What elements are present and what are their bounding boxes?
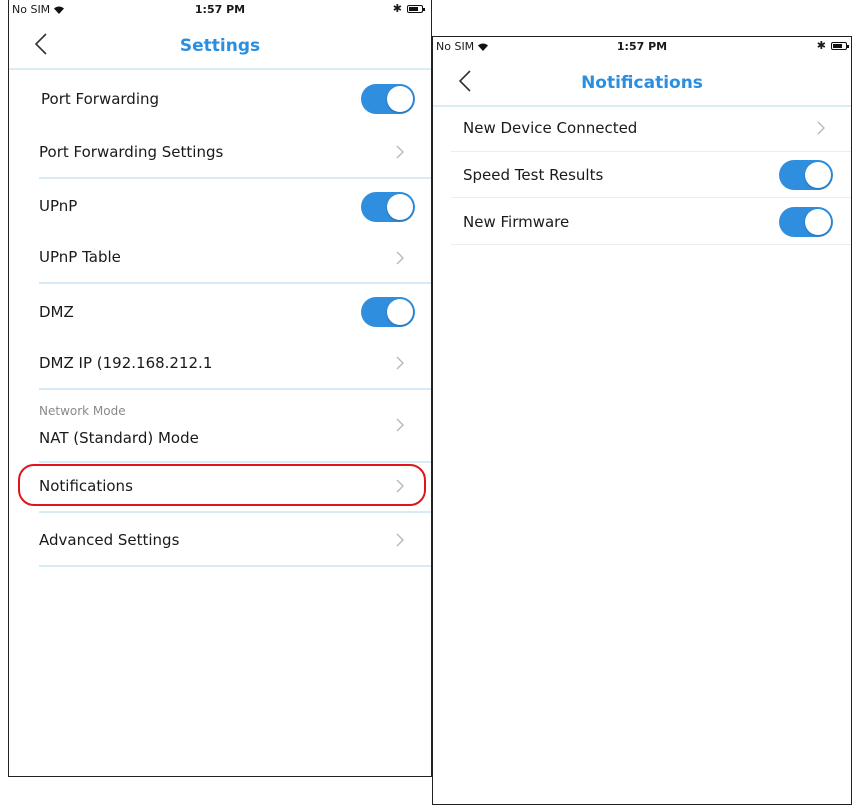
notifications-highlight-outline — [18, 464, 426, 506]
row-label: Speed Test Results — [463, 166, 604, 184]
section-divider — [39, 565, 431, 567]
settings-row-network-mode[interactable]: Network Mode NAT (Standard) Mode — [39, 404, 431, 454]
status-bar: No SIM 1:57 PM ✱ — [433, 37, 851, 57]
upnp-toggle[interactable] — [361, 192, 415, 222]
row-label: DMZ — [39, 303, 74, 321]
status-icons: ✱ — [816, 39, 849, 52]
chevron-right-icon — [396, 356, 404, 370]
status-icons: ✱ — [392, 2, 425, 15]
status-bar: No SIM 1:57 PM ✱ — [9, 0, 431, 20]
chevron-right-icon — [817, 121, 825, 135]
bluetooth-icon: ✱ — [392, 2, 402, 15]
row-label: UPnP Table — [39, 248, 121, 266]
row-sublabel: Network Mode — [39, 404, 126, 418]
toggle-knob — [387, 194, 413, 220]
new-firmware-toggle[interactable] — [779, 207, 833, 237]
row-label: Port Forwarding Settings — [39, 143, 224, 161]
toggle-knob — [805, 162, 831, 188]
row-label: New Firmware — [463, 213, 570, 231]
row-label: UPnP — [39, 197, 78, 215]
toggle-knob — [387, 86, 413, 112]
chevron-right-icon — [396, 145, 404, 159]
toggle-knob — [805, 209, 831, 235]
dmz-toggle[interactable] — [361, 297, 415, 327]
row-divider — [451, 151, 851, 152]
nav-bar: Settings — [9, 20, 431, 70]
section-divider — [39, 388, 431, 390]
toggle-knob — [387, 299, 413, 325]
port-forwarding-toggle[interactable] — [361, 84, 415, 114]
chevron-right-icon — [396, 418, 404, 432]
row-label: New Device Connected — [463, 119, 638, 137]
status-time: 1:57 PM — [616, 40, 668, 53]
row-label: DMZ IP (192.168.212.1 — [39, 354, 213, 372]
notifications-screen: No SIM 1:57 PM ✱ Notifications New Devic… — [432, 36, 852, 805]
row-divider — [451, 244, 851, 245]
section-divider — [39, 177, 431, 179]
page-title: Settings — [179, 36, 261, 56]
status-time: 1:57 PM — [194, 3, 246, 16]
row-label: Port Forwarding — [41, 90, 160, 108]
speed-test-results-toggle[interactable] — [779, 160, 833, 190]
chevron-right-icon — [396, 251, 404, 265]
row-divider — [451, 197, 851, 198]
chevron-right-icon — [396, 533, 404, 547]
section-divider — [39, 282, 431, 284]
section-divider — [39, 461, 431, 463]
row-label: NAT (Standard) Mode — [39, 429, 199, 447]
settings-screen: No SIM 1:57 PM ✱ Settings Port Forwardin… — [8, 0, 432, 777]
row-label: Advanced Settings — [39, 531, 180, 549]
section-divider — [39, 511, 431, 513]
battery-icon — [831, 42, 849, 50]
battery-icon — [407, 5, 425, 13]
bluetooth-icon: ✱ — [816, 39, 826, 52]
nav-bar: Notifications — [433, 57, 851, 107]
page-title: Notifications — [581, 73, 703, 93]
